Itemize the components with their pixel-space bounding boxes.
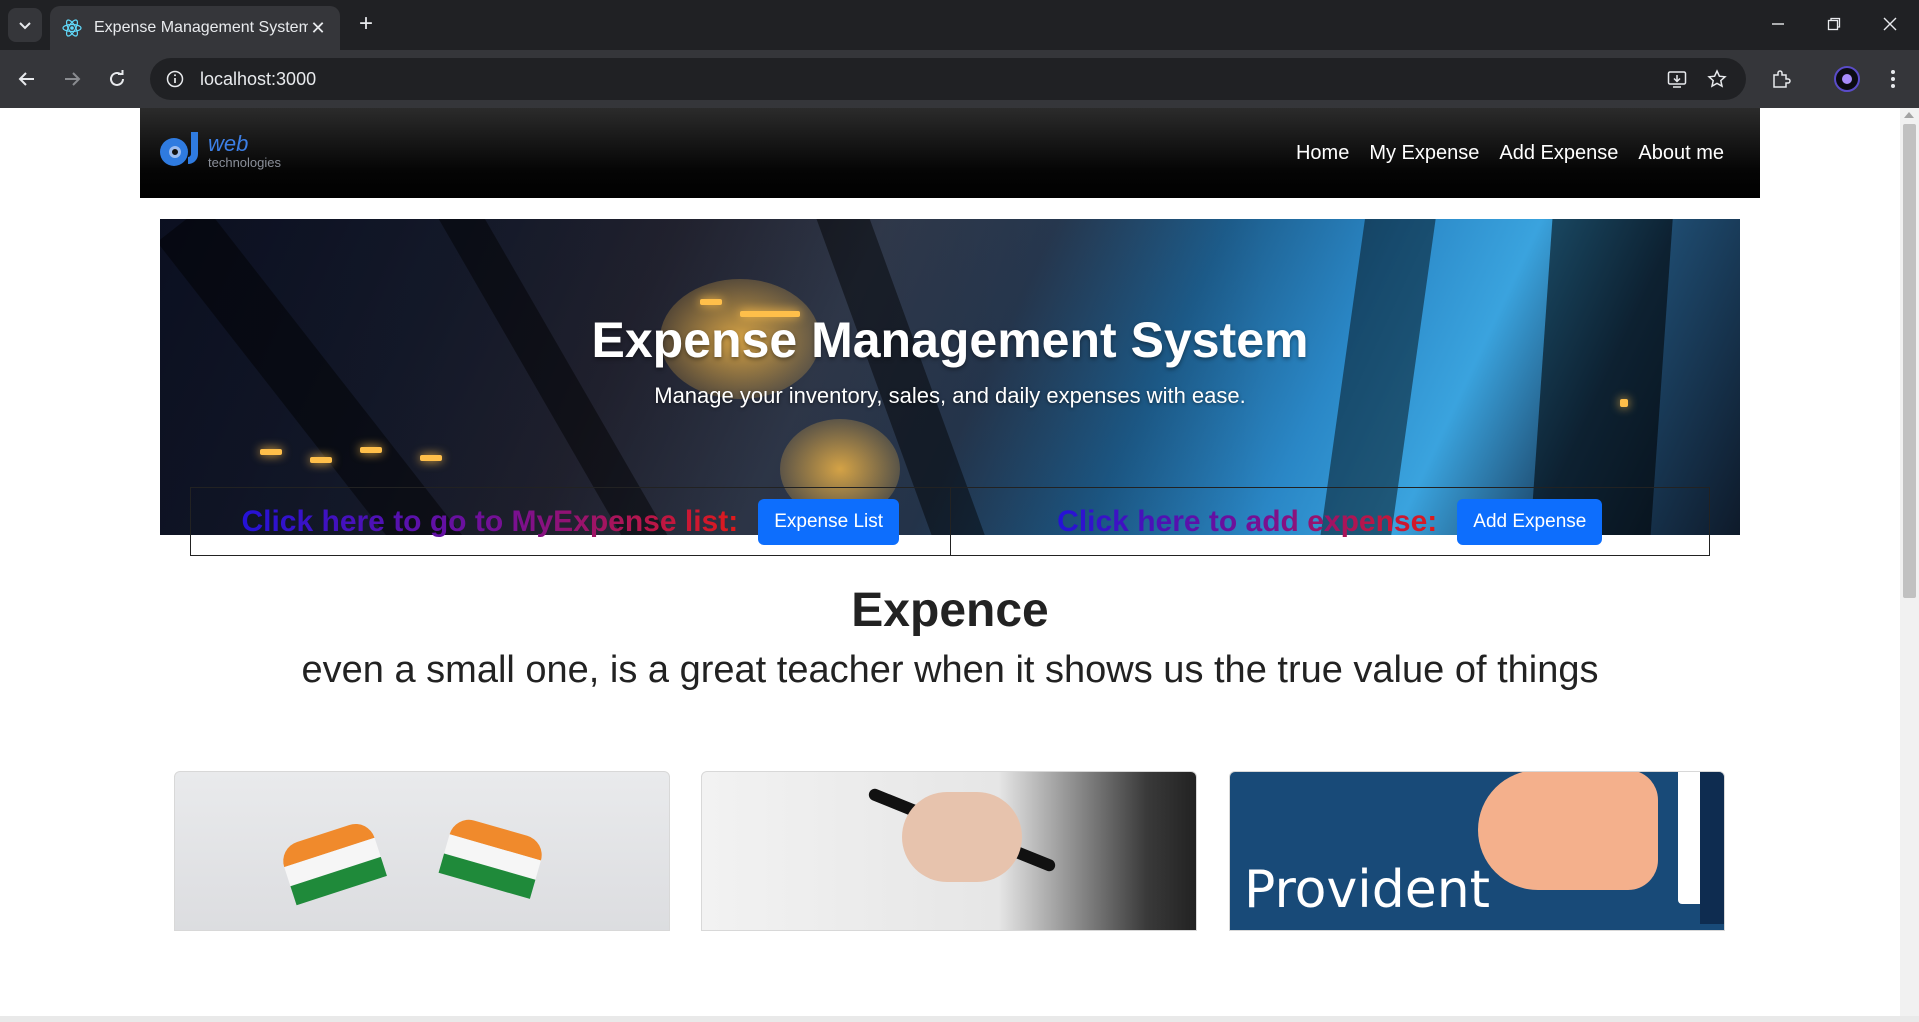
bookmark-star-icon[interactable] bbox=[1700, 58, 1734, 100]
card-flags-image[interactable] bbox=[174, 771, 670, 931]
avatar bbox=[1834, 66, 1860, 92]
add-expense-button[interactable]: Add Expense bbox=[1457, 498, 1603, 545]
cta-row: Click here to go to MyExpense list: Expe… bbox=[190, 487, 1710, 556]
cta-expense-list: Click here to go to MyExpense list: Expe… bbox=[191, 488, 950, 555]
bottom-edge bbox=[0, 1016, 1919, 1022]
minimize-icon[interactable] bbox=[1758, 8, 1798, 40]
window-close-icon[interactable] bbox=[1870, 8, 1910, 40]
back-icon[interactable] bbox=[10, 62, 44, 96]
nav-link-home[interactable]: Home bbox=[1296, 142, 1349, 165]
url-text: localhost:3000 bbox=[200, 68, 317, 89]
hero-subtitle: Manage your inventory, sales, and daily … bbox=[654, 383, 1246, 408]
site-info-icon[interactable] bbox=[164, 68, 186, 90]
profile-avatar[interactable] bbox=[1830, 62, 1864, 96]
close-icon[interactable]: ✕ bbox=[308, 18, 328, 38]
cta-add-expense-text: Click here to add expense: bbox=[1057, 504, 1438, 538]
card-provident-text: Provident bbox=[1244, 860, 1491, 920]
reload-icon[interactable] bbox=[100, 62, 134, 96]
logo-secondary-text: technologies bbox=[208, 155, 281, 170]
restore-icon[interactable] bbox=[1814, 8, 1854, 40]
cta-expense-list-text: Click here to go to MyExpense list: bbox=[241, 504, 739, 538]
page-scrollbar[interactable] bbox=[1900, 108, 1919, 1022]
site-navbar: web technologies Home My Expense Add Exp… bbox=[140, 108, 1760, 198]
cta-add-expense: Click here to add expense: Add Expense bbox=[949, 488, 1710, 555]
new-tab-button[interactable]: + bbox=[352, 10, 380, 38]
tab-title: Expense Management System bbox=[94, 19, 308, 36]
hero-title: Expense Management System bbox=[591, 312, 1309, 368]
card-pen-image[interactable] bbox=[701, 771, 1197, 931]
expense-list-button[interactable]: Expense List bbox=[758, 498, 900, 545]
page-viewport: web technologies Home My Expense Add Exp… bbox=[0, 108, 1900, 1022]
nav-link-my-expense[interactable]: My Expense bbox=[1369, 142, 1479, 165]
brand-logo[interactable]: web technologies bbox=[160, 130, 290, 172]
tab-search-button[interactable] bbox=[8, 8, 42, 42]
forward-icon[interactable] bbox=[55, 62, 89, 96]
scroll-up-arrow-icon[interactable] bbox=[1904, 112, 1914, 118]
quote-text: even a small one, is a great teacher whe… bbox=[301, 649, 1599, 691]
nav-link-about-me[interactable]: About me bbox=[1638, 142, 1724, 165]
browser-tab[interactable]: Expense Management System ✕ bbox=[50, 6, 340, 50]
browser-toolbar: localhost:3000 bbox=[0, 50, 1919, 108]
menu-kebab-icon[interactable] bbox=[1876, 62, 1910, 96]
extensions-icon[interactable] bbox=[1764, 62, 1798, 96]
browser-tab-strip: Expense Management System ✕ + bbox=[0, 0, 1919, 50]
quote-title: Expence bbox=[851, 584, 1049, 637]
logo-mark bbox=[160, 132, 208, 170]
nav-links: Home My Expense Add Expense About me bbox=[1296, 108, 1724, 198]
scrollbar-thumb[interactable] bbox=[1903, 124, 1916, 598]
logo-primary-text: web bbox=[208, 131, 249, 156]
chevron-down-icon bbox=[19, 22, 31, 30]
nav-link-add-expense[interactable]: Add Expense bbox=[1499, 142, 1618, 165]
react-icon bbox=[62, 18, 82, 38]
address-bar[interactable]: localhost:3000 bbox=[150, 58, 1746, 100]
install-app-icon[interactable] bbox=[1660, 58, 1694, 100]
card-provident-image[interactable]: Provident bbox=[1229, 771, 1725, 931]
